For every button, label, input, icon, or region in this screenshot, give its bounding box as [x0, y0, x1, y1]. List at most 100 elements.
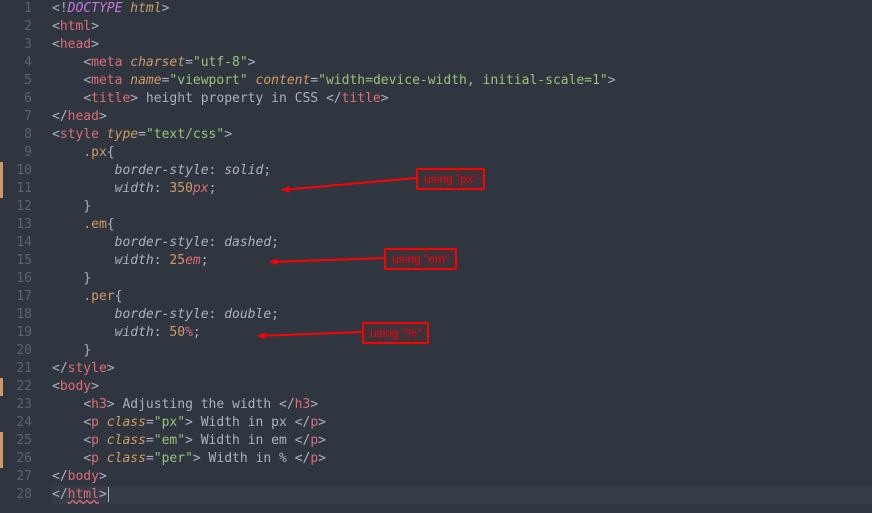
- token: >: [185, 415, 193, 430]
- token: style: [60, 127, 99, 142]
- token: :: [209, 307, 225, 322]
- token: >: [130, 91, 138, 106]
- token: [52, 307, 115, 322]
- line-number: 28: [0, 486, 32, 504]
- token: [52, 55, 83, 70]
- token: "viewport": [169, 73, 247, 88]
- code-line[interactable]: <h3> Adjusting the width </h3>: [52, 396, 872, 414]
- token: <: [52, 19, 60, 34]
- token: </: [326, 91, 342, 106]
- code-line[interactable]: }: [52, 198, 872, 216]
- code-line[interactable]: </html>: [52, 486, 872, 504]
- token: ;: [271, 307, 279, 322]
- token: =: [146, 433, 154, 448]
- token: >: [99, 487, 107, 502]
- token: .em: [83, 217, 106, 232]
- line-number: 18: [0, 306, 32, 324]
- code-line[interactable]: border-style: double;: [52, 306, 872, 324]
- text-cursor: [108, 487, 109, 502]
- token: =: [138, 127, 146, 142]
- code-line[interactable]: </head>: [52, 108, 872, 126]
- token: p: [310, 451, 318, 466]
- token: dashed: [224, 235, 271, 250]
- token: width: [115, 253, 154, 268]
- token: [52, 235, 115, 250]
- token: >: [99, 469, 107, 484]
- token: width: [115, 181, 154, 196]
- code-line[interactable]: <body>: [52, 378, 872, 396]
- code-line[interactable]: <meta charset="utf-8">: [52, 54, 872, 72]
- code-line[interactable]: <head>: [52, 36, 872, 54]
- token: content: [248, 73, 311, 88]
- code-line[interactable]: width: 350px;: [52, 180, 872, 198]
- token: ;: [209, 181, 217, 196]
- code-line[interactable]: width: 25em;: [52, 252, 872, 270]
- token: [52, 253, 115, 268]
- code-line[interactable]: .per{: [52, 288, 872, 306]
- token: >: [99, 109, 107, 124]
- code-line[interactable]: <meta name="viewport" content="width=dev…: [52, 72, 872, 90]
- token: [52, 181, 115, 196]
- line-number: 27: [0, 468, 32, 486]
- line-number: 12: [0, 198, 32, 216]
- token: <: [83, 451, 91, 466]
- code-line[interactable]: </body>: [52, 468, 872, 486]
- code-line[interactable]: }: [52, 270, 872, 288]
- token: =: [185, 55, 193, 70]
- token: >: [91, 37, 99, 52]
- token: ;: [263, 163, 271, 178]
- line-number: 16: [0, 270, 32, 288]
- line-number: 23: [0, 396, 32, 414]
- token: <: [83, 91, 91, 106]
- token: </: [295, 433, 311, 448]
- code-area[interactable]: <!DOCTYPE html><html><head> <meta charse…: [42, 0, 872, 513]
- line-number: 3: [0, 36, 32, 54]
- token: >: [107, 397, 115, 412]
- line-number: 11: [0, 180, 32, 198]
- token: meta: [91, 73, 122, 88]
- token: <: [83, 55, 91, 70]
- code-editor[interactable]: 1234567891011121314151617181920212223242…: [0, 0, 872, 513]
- code-line[interactable]: <p class="em"> Width in em </p>: [52, 432, 872, 450]
- token: :: [154, 325, 170, 340]
- line-number: 26: [0, 450, 32, 468]
- code-line[interactable]: <style type="text/css">: [52, 126, 872, 144]
- token: <: [83, 433, 91, 448]
- code-line[interactable]: <!DOCTYPE html>: [52, 0, 872, 18]
- token: >: [608, 73, 616, 88]
- token: width: [115, 325, 154, 340]
- token: [52, 325, 115, 340]
- token: [52, 415, 83, 430]
- code-line[interactable]: border-style: dashed;: [52, 234, 872, 252]
- token: <: [83, 415, 91, 430]
- code-line[interactable]: <p class="px"> Width in px </p>: [52, 414, 872, 432]
- code-line[interactable]: <title> height property in CSS </title>: [52, 90, 872, 108]
- token: class: [99, 433, 146, 448]
- code-line[interactable]: <p class="per"> Width in % </p>: [52, 450, 872, 468]
- token: >: [318, 451, 326, 466]
- line-number: 19: [0, 324, 32, 342]
- token: h3: [91, 397, 107, 412]
- code-line[interactable]: border-style: solid;: [52, 162, 872, 180]
- token: style: [68, 361, 107, 376]
- code-line[interactable]: .px{: [52, 144, 872, 162]
- code-line[interactable]: }: [52, 342, 872, 360]
- code-line[interactable]: </style>: [52, 360, 872, 378]
- token: class: [99, 451, 146, 466]
- code-line[interactable]: width: 50%;: [52, 324, 872, 342]
- token: "text/css": [146, 127, 224, 142]
- token: [52, 451, 83, 466]
- token: em: [185, 253, 201, 268]
- token: double: [224, 307, 271, 322]
- code-line[interactable]: .em{: [52, 216, 872, 234]
- token: >: [107, 361, 115, 376]
- token: =: [146, 451, 154, 466]
- token: Width in px: [193, 415, 295, 430]
- token: >: [91, 19, 99, 34]
- token: head: [60, 37, 91, 52]
- token: {: [107, 145, 115, 160]
- code-line[interactable]: <html>: [52, 18, 872, 36]
- token: "width=device-width, initial-scale=1": [318, 73, 608, 88]
- line-number: 1: [0, 0, 32, 18]
- line-number: 14: [0, 234, 32, 252]
